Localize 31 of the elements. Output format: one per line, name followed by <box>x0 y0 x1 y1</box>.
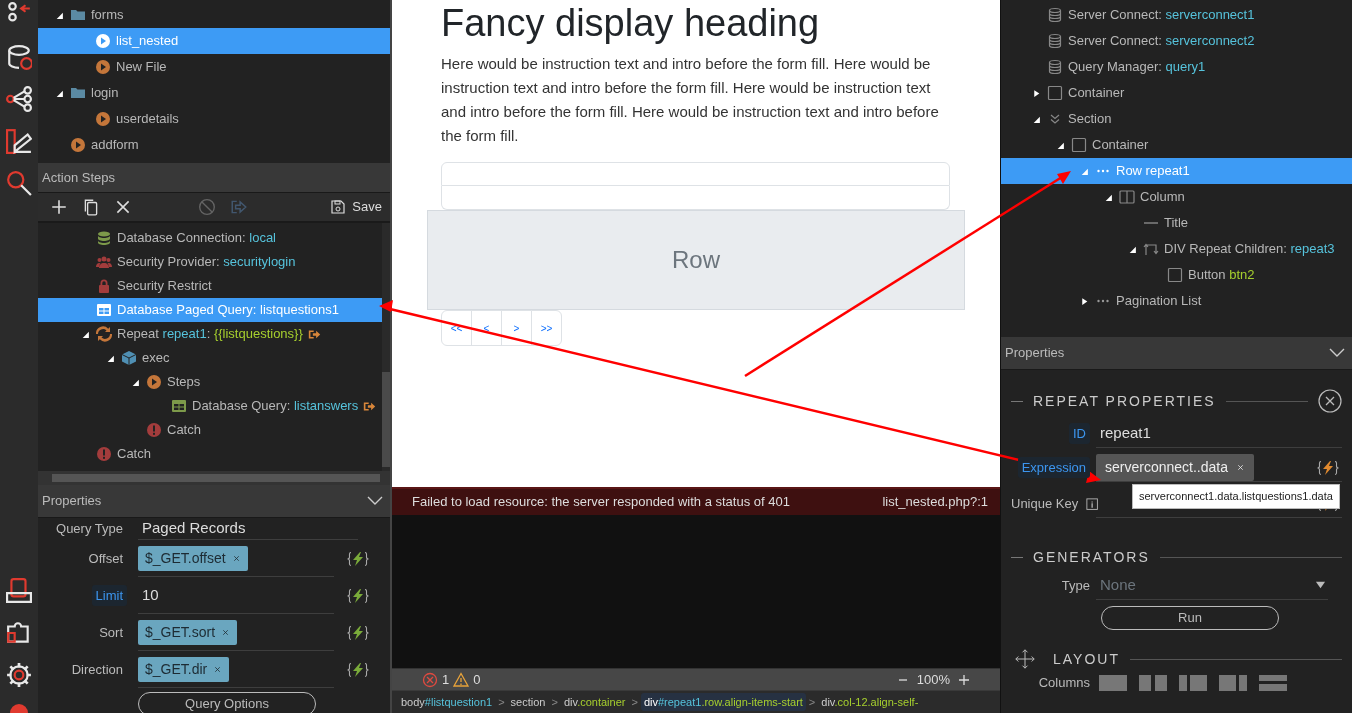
breadcrumb-separator: > <box>551 694 558 710</box>
field-label: Columns <box>1038 675 1090 691</box>
field-label: Sort <box>98 623 124 642</box>
tooltip: serverconnect1.data.listquestions1.data <box>1132 484 1340 509</box>
panel-title: Properties <box>1005 344 1065 363</box>
panel-title: Action Steps <box>42 168 115 187</box>
breadcrumb-separator: > <box>498 694 505 710</box>
section-title: GENERATORS <box>1033 547 1150 567</box>
error-count: 1 <box>442 670 450 689</box>
page-heading: Fancy display heading <box>441 1 821 46</box>
intro-paragraph: Here would be instruction text and intro before the form fill. Here would be instruction text and intro before the form fill. Here would be instruction text and intro before the form fill. Here would be instruction text and intro before the form fill. <box>441 54 940 146</box>
field-value: repeat1 <box>1099 423 1151 444</box>
field-value: Paged Records <box>141 518 246 539</box>
warning-count: 0 <box>473 670 481 689</box>
section-title: LAYOUT <box>1053 649 1120 669</box>
field-label: Type <box>1061 578 1090 594</box>
console-message: Failed to load resource: the server responded with a status of 401 <box>412 493 790 512</box>
field-label: Offset <box>87 549 124 568</box>
field-label: Direction <box>70 660 124 679</box>
zoom-level: 100% <box>916 670 950 689</box>
breadcrumb-separator: > <box>808 694 816 710</box>
field-label: Limit <box>91 584 127 606</box>
row-block: Row <box>427 210 965 310</box>
field-label: Query Type <box>55 520 124 539</box>
field-label: Unique Key <box>1011 496 1079 512</box>
breadcrumb-separator: > <box>631 694 638 710</box>
field-label: Expression <box>1017 457 1090 479</box>
panel-title: Properties <box>42 492 102 511</box>
field-value: 10 <box>141 584 159 605</box>
field-label: ID <box>1069 423 1090 445</box>
section-title: REPEAT PROPERTIES <box>1033 391 1216 411</box>
